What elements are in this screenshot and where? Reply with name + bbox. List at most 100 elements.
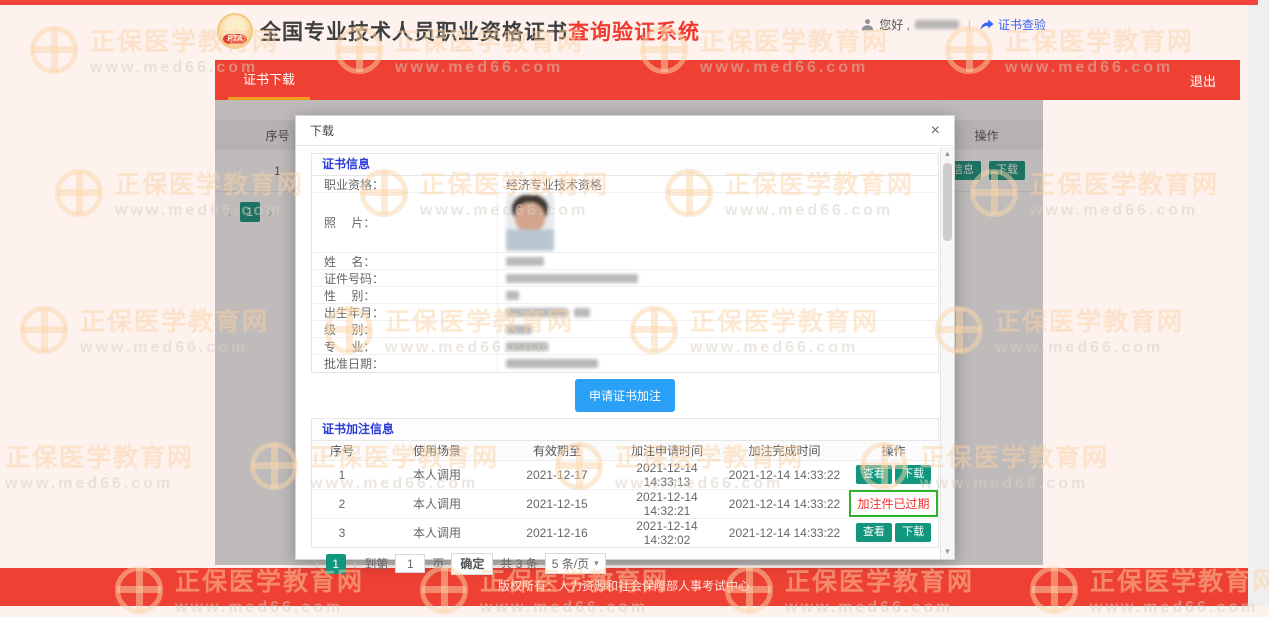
logout-button[interactable]: 退出 — [1190, 60, 1216, 100]
prev-page-arrow[interactable]: ‹ — [314, 556, 319, 572]
cell-valid: 2021-12-15 — [502, 489, 612, 518]
main-nav: 证书下载 退出 — [215, 60, 1240, 100]
download-button[interactable]: 下载 — [895, 523, 931, 542]
goto-page-input[interactable] — [395, 554, 425, 573]
portrait-photo-blurred — [506, 195, 554, 251]
field-row-id-number: 证件号码： — [312, 270, 938, 287]
scrollbar-thumb[interactable] — [943, 163, 952, 241]
annotation-table: 序号 使用场景 有效期至 加注申请时间 加注完成时间 操作 1 本人调用 202… — [312, 441, 940, 547]
cell-applied: 2021-12-14 14:32:02 — [612, 518, 722, 547]
field-row-qualification: 职业资格： 经济专业技术资格 — [312, 176, 938, 193]
view-button[interactable]: 查看 — [856, 523, 892, 542]
share-arrow-icon — [980, 19, 994, 31]
col-seq: 序号 — [312, 441, 372, 460]
value-redacted — [506, 342, 548, 351]
modal-title: 下载 — [310, 122, 334, 139]
modal-header: 下载 × — [296, 116, 954, 146]
next-page-arrow[interactable]: › — [353, 556, 358, 572]
close-icon[interactable]: × — [931, 123, 940, 139]
col-action: 操作 — [847, 441, 940, 460]
field-row-name: 姓 名： — [312, 253, 938, 270]
modal-scrollbar[interactable]: ▲ ▼ — [940, 147, 954, 559]
cert-info-section-title: 证书信息 — [312, 154, 938, 176]
cell-completed: 2021-12-14 14:33:22 — [722, 489, 847, 518]
username-redacted — [915, 20, 959, 29]
cell-valid: 2021-12-16 — [502, 518, 612, 547]
divider: | — [968, 18, 971, 32]
download-button[interactable]: 下载 — [895, 465, 931, 484]
value-redacted — [506, 308, 568, 317]
field-label: 姓 名： — [312, 253, 498, 269]
field-label: 出生年月： — [312, 304, 498, 320]
field-row-major: 专 业： — [312, 338, 938, 355]
copyright-text: 版权所有：人力资源和社会保障部人事考试中心 — [498, 577, 750, 606]
greeting-text: 您好 , — [879, 16, 910, 33]
field-row-photo: 照 片： — [312, 193, 938, 253]
view-button[interactable]: 查看 — [856, 465, 892, 484]
med66-logo-icon — [30, 26, 78, 74]
value-redacted — [506, 274, 638, 283]
cell-applied: 2021-12-14 14:32:21 — [612, 489, 722, 518]
field-label: 证件号码： — [312, 270, 498, 286]
page-size-select[interactable]: 5 条/页 ▾ — [545, 553, 606, 574]
cert-verify-link[interactable]: 证书查验 — [980, 16, 1046, 33]
expired-status-highlighted: 加注件已过期 — [849, 490, 937, 517]
field-row-approve-date: 批准日期： — [312, 355, 938, 372]
cell-completed: 2021-12-14 14:33:22 — [722, 518, 847, 547]
col-valid-until: 有效期至 — [502, 441, 612, 460]
col-scene: 使用场景 — [372, 441, 502, 460]
goto-suffix: 页 — [432, 555, 444, 572]
field-label: 职业资格： — [312, 176, 498, 192]
page-size-value: 5 条/页 — [552, 555, 589, 572]
value-redacted — [574, 308, 590, 317]
download-modal: 下载 × ▲ ▼ 证书信息 职业资格： 经济专业技术资格 照 片： 姓 名： 证… — [295, 115, 955, 560]
cell-scene: 本人调用 — [372, 489, 502, 518]
cert-verify-label: 证书查验 — [998, 16, 1046, 33]
confirm-button[interactable]: 确定 — [451, 553, 493, 575]
browser-scrollbar-gutter[interactable] — [1248, 0, 1269, 606]
field-label: 级 别： — [312, 321, 498, 337]
user-bar: 您好 , | 证书查验 — [861, 16, 1046, 33]
scroll-up-icon[interactable]: ▲ — [941, 147, 954, 161]
field-label: 照 片： — [312, 193, 498, 252]
user-icon — [861, 18, 874, 31]
value-redacted — [506, 257, 544, 266]
col-apply-time: 加注申请时间 — [612, 441, 722, 460]
field-label: 批准日期： — [312, 355, 498, 372]
annotation-table-header: 序号 使用场景 有效期至 加注申请时间 加注完成时间 操作 — [312, 441, 940, 460]
col-complete-time: 加注完成时间 — [722, 441, 847, 460]
field-label: 专 业： — [312, 338, 498, 354]
cell-applied: 2021-12-14 14:33:13 — [612, 460, 722, 489]
med66-watermark: 正保医学教育网www.med66.com — [0, 438, 194, 493]
scroll-down-icon[interactable]: ▼ — [941, 545, 954, 559]
cell-completed: 2021-12-14 14:33:22 — [722, 460, 847, 489]
cell-valid: 2021-12-17 — [502, 460, 612, 489]
field-value: 经济专业技术资格 — [498, 176, 938, 193]
value-redacted — [506, 359, 598, 368]
cell-scene: 本人调用 — [372, 518, 502, 547]
cell-seq: 1 — [312, 460, 372, 489]
field-label: 性 别： — [312, 287, 498, 303]
pta-logo-text: PTA — [223, 34, 246, 44]
pta-logo-icon: PTA — [217, 13, 253, 49]
cert-info-section: 证书信息 职业资格： 经济专业技术资格 照 片： 姓 名： 证件号码： 性 别： — [311, 153, 939, 373]
annotation-section: 证书加注信息 序号 使用场景 有效期至 加注申请时间 加注完成时间 操作 1 — [311, 418, 939, 548]
annotation-row-2: 2 本人调用 2021-12-15 2021-12-14 14:32:21 20… — [312, 489, 940, 518]
field-row-level: 级 别： — [312, 321, 938, 338]
goto-prefix: 到第 — [364, 555, 388, 572]
tab-cert-download[interactable]: 证书下载 — [228, 60, 310, 100]
chevron-down-icon: ▾ — [594, 558, 599, 569]
site-title-accent: 查询验证系统 — [568, 16, 700, 46]
modal-body: 证书信息 职业资格： 经济专业技术资格 照 片： 姓 名： 证件号码： 性 别： — [311, 147, 939, 575]
site-title: 全国专业技术人员职业资格证书 — [260, 16, 568, 46]
page-1-button[interactable]: 1 — [326, 554, 346, 574]
annotation-row-1: 1 本人调用 2021-12-17 2021-12-14 14:33:13 20… — [312, 460, 940, 489]
med66-logo-icon — [20, 306, 68, 354]
apply-annotation-button[interactable]: 申请证书加注 — [575, 379, 675, 412]
annotation-row-3: 3 本人调用 2021-12-16 2021-12-14 14:32:02 20… — [312, 518, 940, 547]
med66-logo-icon — [55, 169, 103, 217]
top-accent-bar — [0, 0, 1258, 5]
value-redacted — [506, 325, 532, 334]
value-redacted — [506, 291, 519, 300]
cell-seq: 3 — [312, 518, 372, 547]
